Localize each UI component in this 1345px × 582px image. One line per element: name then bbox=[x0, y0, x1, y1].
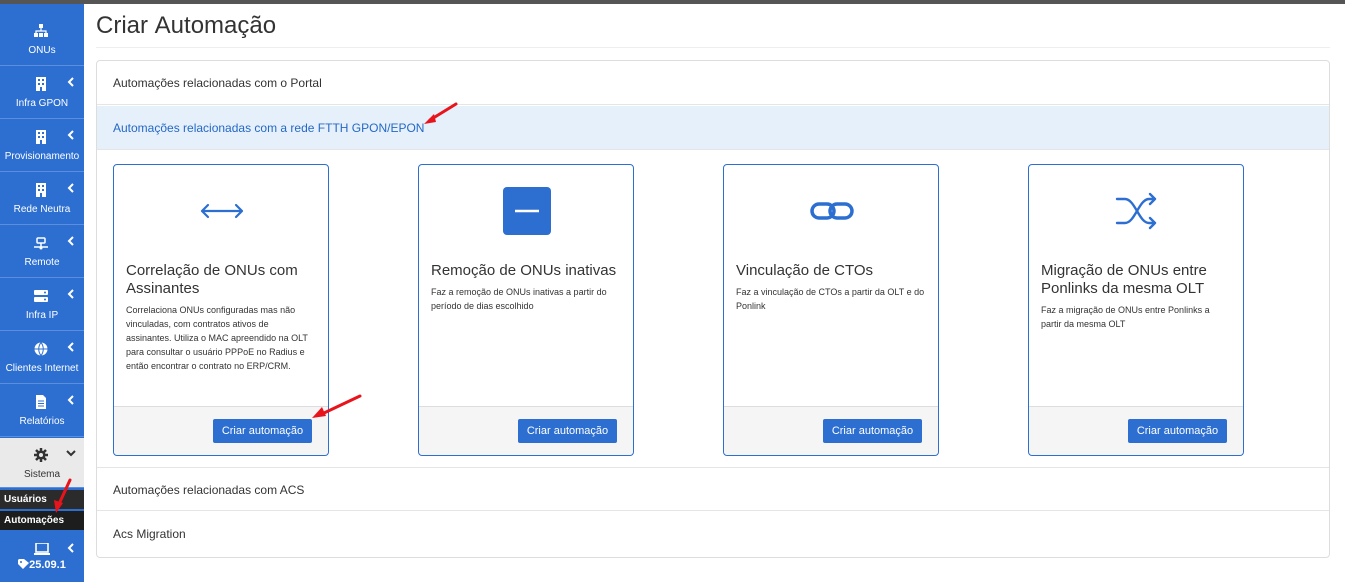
card-description: Faz a migração de ONUs entre Ponlinks a … bbox=[1041, 305, 1210, 329]
sidebar-item-clientes-internet[interactable]: Clientes Internet bbox=[0, 332, 84, 384]
globe-icon bbox=[34, 342, 48, 356]
sidebar-item-infra-gpon[interactable]: Infra GPON bbox=[0, 67, 84, 119]
automation-card: Migração de ONUs entre Ponlinks da mesma… bbox=[1028, 164, 1244, 456]
annotation-arrow-icon bbox=[424, 102, 458, 124]
sidebar-footer: 25.09.1 bbox=[0, 533, 84, 582]
sidebar-item-remote[interactable]: Remote bbox=[0, 226, 84, 278]
building-icon bbox=[36, 130, 46, 144]
card-description: Faz a vinculação de CTOs a partir da OLT… bbox=[736, 287, 925, 311]
automation-card: Correlação de ONUs com Assinantes Correl… bbox=[113, 164, 329, 456]
gear-icon bbox=[34, 448, 48, 462]
section-acs[interactable]: Automações relacionadas com ACS bbox=[97, 467, 1329, 511]
section-acs-migration[interactable]: Acs Migration bbox=[97, 512, 1329, 556]
card-description: Correlaciona ONUs configuradas mas não v… bbox=[126, 305, 308, 371]
sidebar-item-label: Rede Neutra bbox=[13, 204, 71, 215]
top-border bbox=[0, 0, 1345, 4]
automation-card: Remoção de ONUs inativas Faz a remoção d… bbox=[418, 164, 634, 456]
card-description: Faz a remoção de ONUs inativas a partir … bbox=[431, 287, 607, 311]
page-title-light: Criar bbox=[96, 12, 148, 39]
card-title: Vinculação de CTOs bbox=[736, 262, 874, 279]
sidebar-item-label: Infra GPON bbox=[15, 98, 69, 109]
section-portal[interactable]: Automações relacionadas com o Portal bbox=[97, 61, 1329, 105]
sitemap-icon bbox=[34, 24, 48, 37]
sidebar-item-label: Provisionamento bbox=[4, 151, 80, 162]
chevron-left-icon bbox=[67, 183, 74, 193]
page-title: Criar Automação bbox=[96, 12, 276, 40]
chevron-left-icon bbox=[67, 289, 74, 299]
minus-square-icon bbox=[503, 187, 551, 235]
chevron-left-icon bbox=[67, 130, 74, 140]
page-title-bold: Automação bbox=[154, 12, 277, 39]
sidebar-item-label: Infra IP bbox=[25, 310, 59, 321]
sidebar-item-relatorios[interactable]: Relatórios bbox=[0, 385, 84, 437]
card-title: Correlação de ONUs com Assinantes bbox=[126, 262, 298, 297]
divider bbox=[96, 47, 1330, 48]
sidebar-item-infra-ip[interactable]: Infra IP bbox=[0, 279, 84, 331]
chevron-left-icon[interactable] bbox=[66, 543, 76, 553]
arrows-horizontal-icon bbox=[200, 203, 244, 219]
create-automation-button[interactable]: Criar automação bbox=[823, 419, 922, 443]
version-text: 25.09.1 bbox=[29, 559, 66, 571]
card-footer: Criar automação bbox=[114, 406, 328, 455]
sidebar-item-onus[interactable]: ONUs bbox=[0, 14, 84, 66]
laptop-icon bbox=[34, 543, 50, 555]
annotation-arrow-icon bbox=[312, 394, 362, 418]
create-automation-button[interactable]: Criar automação bbox=[518, 419, 617, 443]
create-automation-button[interactable]: Criar automação bbox=[213, 419, 312, 443]
file-icon bbox=[36, 395, 46, 409]
card-footer: Criar automação bbox=[419, 406, 633, 455]
sidebar-item-label: ONUs bbox=[28, 45, 56, 56]
create-automation-button[interactable]: Criar automação bbox=[1128, 419, 1227, 443]
chevron-left-icon bbox=[67, 395, 74, 405]
sidebar-item-label: Remote bbox=[24, 257, 60, 268]
tag-icon bbox=[18, 559, 30, 569]
chevron-left-icon bbox=[67, 236, 74, 246]
sidebar-item-label: Relatórios bbox=[19, 416, 65, 427]
automation-panel: Automações relacionadas com o Portal Aut… bbox=[96, 60, 1330, 558]
automation-card: Vinculação de CTOs Faz a vinculação de C… bbox=[723, 164, 939, 456]
building-icon bbox=[36, 183, 46, 197]
sidebar-item-label: Clientes Internet bbox=[5, 363, 79, 374]
chevron-left-icon bbox=[67, 342, 74, 352]
network-icon bbox=[34, 237, 48, 250]
building-icon bbox=[36, 77, 46, 91]
card-footer: Criar automação bbox=[1029, 406, 1243, 455]
card-footer: Criar automação bbox=[724, 406, 938, 455]
annotation-arrow-icon bbox=[54, 478, 72, 513]
server-icon bbox=[34, 290, 48, 302]
sidebar-item-rede-neutra[interactable]: Rede Neutra bbox=[0, 173, 84, 225]
version-badge: 25.09.1 bbox=[0, 559, 84, 571]
section-ftth[interactable]: Automações relacionadas com a rede FTTH … bbox=[97, 106, 1329, 150]
chevron-left-icon bbox=[67, 77, 74, 87]
card-title: Migração de ONUs entre Ponlinks da mesma… bbox=[1041, 262, 1207, 297]
card-title: Remoção de ONUs inativas bbox=[431, 262, 617, 279]
link-icon bbox=[810, 202, 854, 220]
shuffle-icon bbox=[1115, 192, 1157, 230]
chevron-down-icon bbox=[66, 450, 76, 457]
sidebar-item-provisionamento[interactable]: Provisionamento bbox=[0, 120, 84, 172]
